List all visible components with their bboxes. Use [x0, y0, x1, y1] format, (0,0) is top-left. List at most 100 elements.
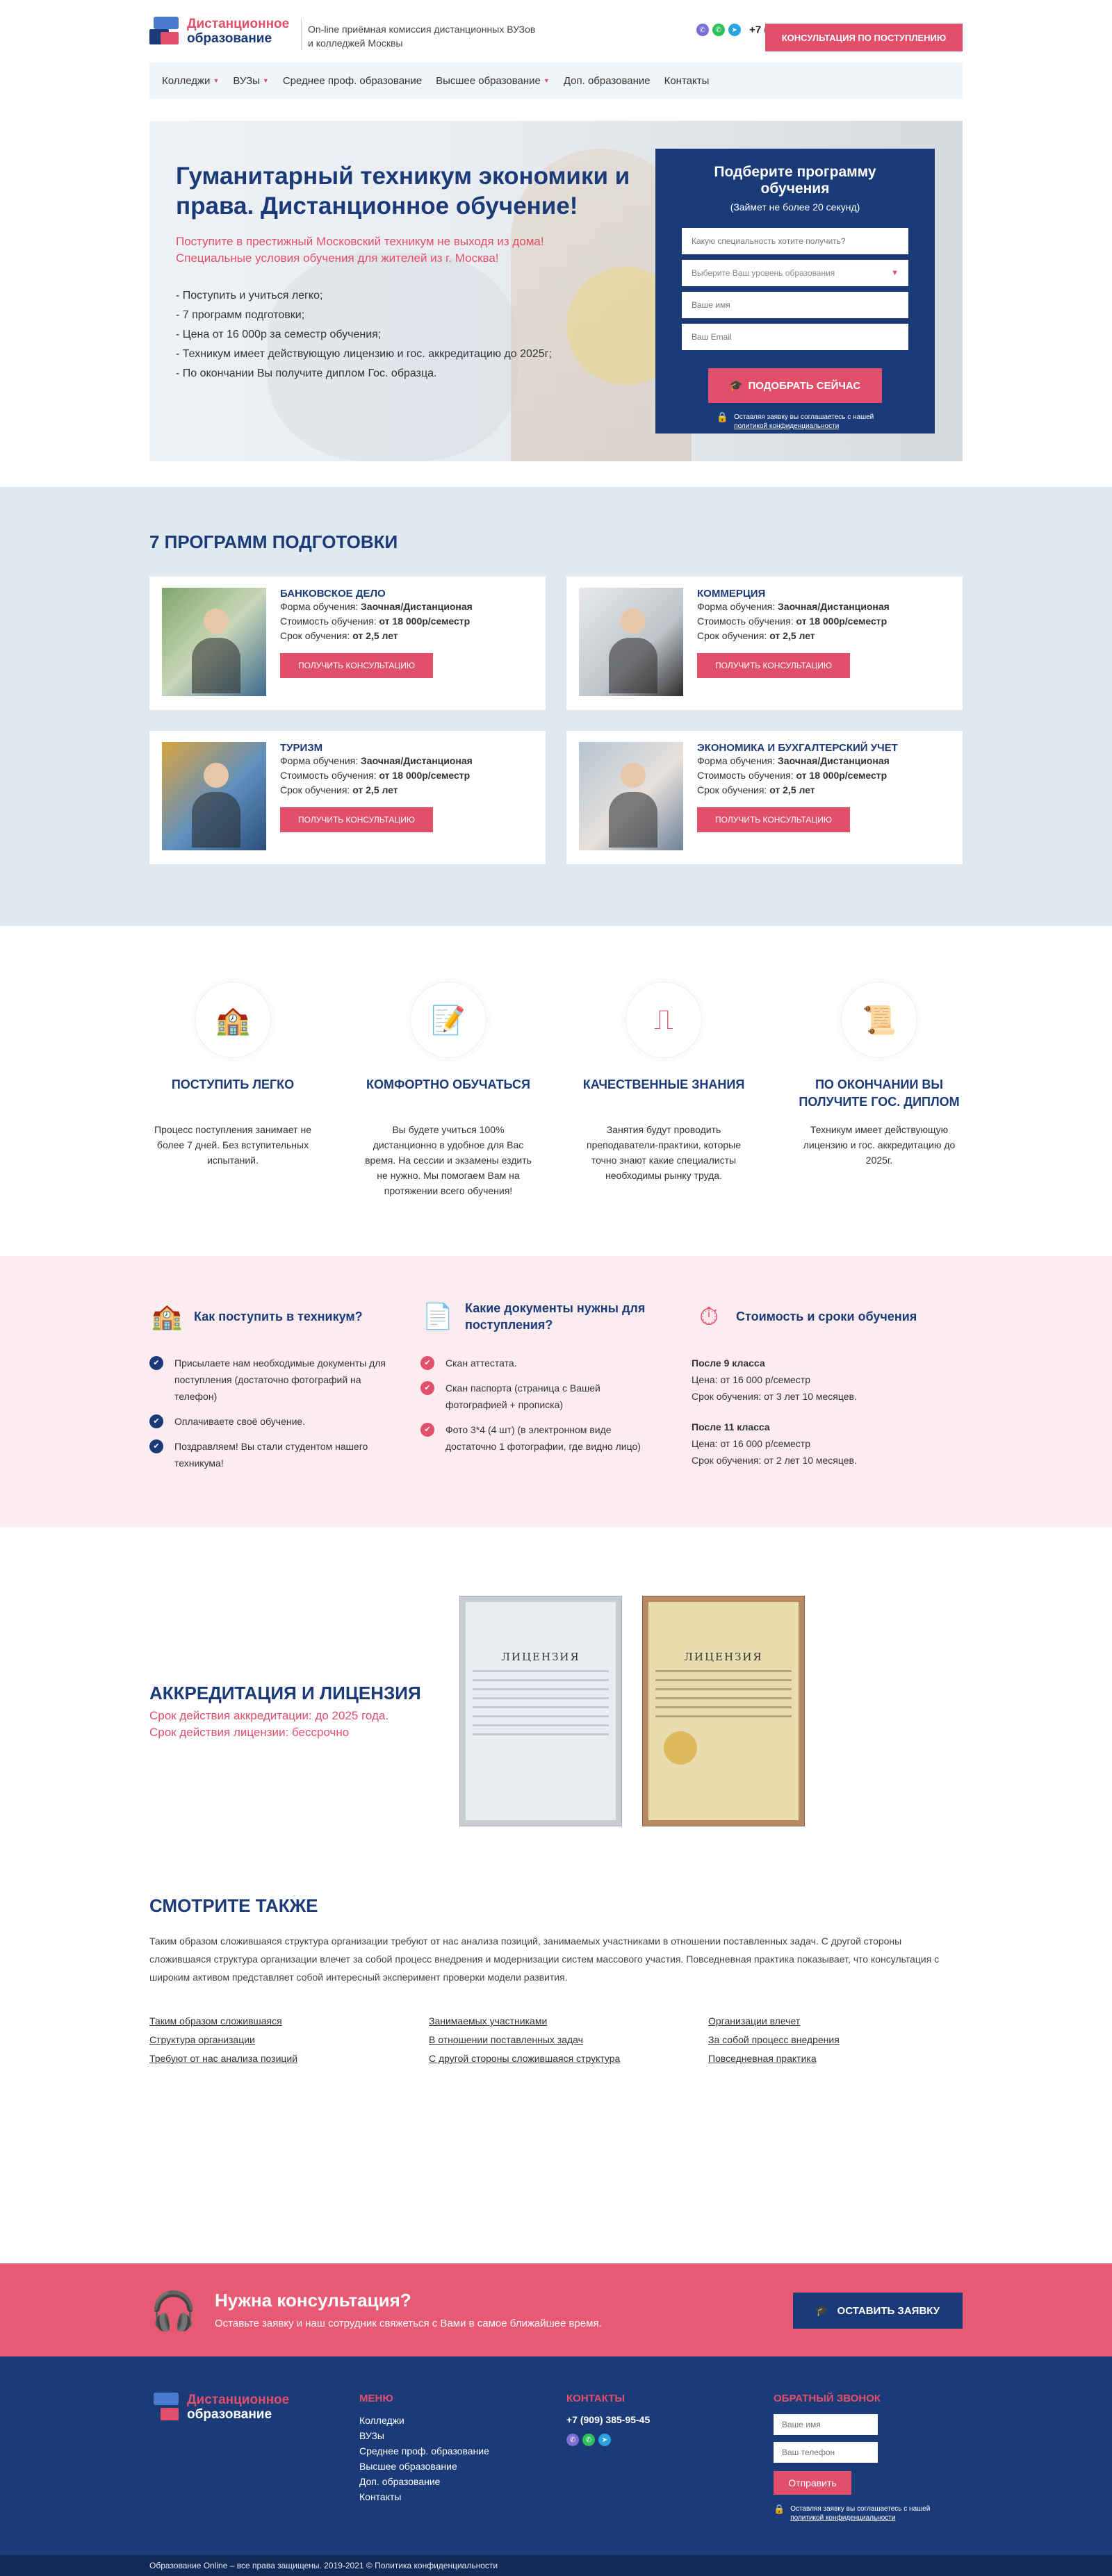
footer-link[interactable]: Высшее образование — [359, 2459, 489, 2474]
headset-icon: 🎧 — [150, 2290, 197, 2332]
footer-phone[interactable]: +7 (909) 385-95-45 — [566, 2414, 650, 2425]
email-input[interactable] — [682, 324, 908, 350]
site-header: Дистанционное образование On-line приёмн… — [149, 0, 963, 63]
nav-higher-education[interactable]: Высшее образование ▼ — [436, 75, 550, 87]
main-nav: Колледжи ▼ ВУЗы ▼ Среднее проф. образовани… — [149, 63, 963, 99]
consult-title: Нужна консультация? — [215, 2290, 411, 2311]
related-link[interactable]: Занимаемых участниками — [429, 2014, 708, 2029]
program-name: Экономика и бухгалтерский учет — [697, 742, 898, 754]
footer-link[interactable]: Доп. образование — [359, 2474, 489, 2489]
accreditation-document-image[interactable]: ЛИЦЕНЗИЯ — [642, 1596, 805, 1826]
footer-logo[interactable]: Дистанционное образование — [149, 2391, 289, 2423]
consultation-banner: 🎧 Нужна консультация? Оставьте заявку и … — [0, 2263, 1112, 2356]
hero-title: Гуманитарный техникум экономики и права.… — [176, 163, 630, 220]
find-program-button[interactable]: 🎓 Подобрать сейчас — [708, 368, 882, 403]
program-photo — [162, 588, 266, 696]
privacy-policy-link[interactable]: политикой конфиденциальности — [734, 422, 874, 431]
list-item: - Цена от 16 000р за семестр обучения; — [176, 329, 382, 340]
feature-item: 📝 Комфортно обучаться Вы будете учиться … — [365, 982, 532, 1198]
related-link[interactable]: За собой процесс внедрения — [708, 2033, 963, 2047]
footer-contacts: Контакты +7 (909) 385-95-45 ✆ ✆ ➤ — [566, 2393, 650, 2446]
school-building-icon: 🏫 — [151, 1302, 183, 1330]
footer-menu: Меню Колледжи ВУЗы Среднее проф. образов… — [359, 2393, 489, 2504]
programs-section: 7 программ подготовки Банковское дело Фо… — [0, 487, 1112, 926]
related-link[interactable]: Таким образом сложившаяся — [149, 2014, 429, 2029]
whatsapp-icon[interactable]: ✆ — [582, 2434, 595, 2446]
site-logo[interactable]: Дистанционное образование — [149, 15, 289, 47]
graduation-cap-icon: 🎓 — [729, 380, 743, 392]
name-input[interactable] — [682, 292, 908, 318]
chevron-down-icon: ▼ — [543, 77, 550, 84]
check-icon: ✔ — [420, 1381, 434, 1395]
list-item: - По окончании Вы получите диплом Гос. о… — [176, 368, 437, 379]
callback-form: Обратный звонок Отправить 🔒 Оставляя зая… — [774, 2393, 930, 2523]
feature-item: ⎍ Качественные знания Занятия будут пров… — [580, 982, 747, 1198]
diploma-icon: 📜 — [841, 982, 917, 1058]
footer-link[interactable]: Контакты — [359, 2489, 489, 2504]
license-section: Аккредитация и лицензия Срок действия ак… — [149, 1527, 963, 1881]
feature-item: 📜 По окончании Вы получите гос. диплом Т… — [796, 982, 963, 1198]
get-consultation-button[interactable]: Получить консультацию — [280, 807, 433, 832]
whatsapp-icon[interactable]: ✆ — [712, 24, 725, 36]
education-level-select[interactable]: Выберите Ваш уровень образования ▼ — [682, 260, 908, 286]
program-photo — [579, 588, 683, 696]
program-card: Банковское дело Форма обучения: Заочная/… — [149, 577, 546, 710]
viber-icon[interactable]: ✆ — [566, 2434, 579, 2446]
program-name: Коммерция — [697, 588, 766, 600]
get-consultation-button[interactable]: Получить консультацию — [697, 807, 850, 832]
list-item: ✔ Фото 3*4 (4 шт) (в электронном виде дос… — [420, 1421, 664, 1455]
get-consultation-button[interactable]: Получить консультацию — [697, 653, 850, 678]
callback-name-input[interactable] — [774, 2414, 878, 2435]
footer-link[interactable]: Среднее проф. образование — [359, 2443, 489, 2459]
consult-header-button[interactable]: Консультация по поступлению — [765, 24, 963, 51]
see-also-text: Таким образом сложившаяся структура орга… — [149, 1935, 940, 1983]
feature-item: 🏫 Поступить легко Процесс поступления за… — [149, 982, 316, 1198]
privacy-note: 🔒 Оставляя заявку вы соглашаетесь с наше… — [716, 411, 874, 431]
features-section: 🏫 Поступить легко Процесс поступления за… — [0, 926, 1112, 1256]
get-consultation-button[interactable]: Получить консультацию — [280, 653, 433, 678]
document-pen-icon: 📝 — [410, 982, 486, 1058]
program-photo — [162, 742, 266, 850]
send-button[interactable]: Отправить — [774, 2471, 851, 2495]
check-icon: ✔ — [149, 1356, 163, 1370]
leave-request-button[interactable]: 🎓 Оставить заявку — [793, 2293, 963, 2329]
telegram-icon[interactable]: ➤ — [598, 2434, 611, 2446]
related-link[interactable]: В отношении поставленных задач — [429, 2033, 708, 2047]
hero-section: Гуманитарный техникум экономики и права.… — [149, 121, 963, 461]
nav-universities[interactable]: ВУЗы ▼ — [233, 75, 268, 87]
telegram-icon[interactable]: ➤ — [728, 24, 741, 36]
viber-icon[interactable]: ✆ — [696, 24, 709, 36]
list-item: - Поступить и учиться легко; — [176, 290, 323, 302]
related-link[interactable]: Требуют от нас анализа позиций — [149, 2051, 429, 2066]
see-also-title: Смотрите также — [149, 1895, 318, 1916]
lock-icon: 🔒 — [716, 411, 729, 422]
related-link[interactable]: Организации влечет — [708, 2014, 963, 2029]
site-footer: Дистанционное образование Меню Колледжи … — [0, 2356, 1112, 2555]
header-tagline: On-line приёмная комиссия дистанционных … — [308, 24, 536, 49]
specialty-input[interactable] — [682, 228, 908, 254]
cost-and-terms: ⏱ Стоимость и сроки обучения После 9 клас… — [692, 1299, 963, 1480]
consult-subtitle: Оставьте заявку и наш сотрудник свяжетьс… — [215, 2318, 602, 2329]
nav-additional-education[interactable]: Доп. образование — [564, 75, 651, 87]
license-document-image[interactable]: ЛИЦЕНЗИЯ — [459, 1596, 622, 1826]
check-icon: ✔ — [149, 1414, 163, 1428]
form-subtitle: (Займет не более 20 секунд) — [730, 201, 860, 213]
footer-link[interactable]: ВУЗы — [359, 2428, 489, 2443]
footer-link[interactable]: Колледжи — [359, 2413, 489, 2428]
school-building-icon: 🏫 — [195, 982, 271, 1058]
related-link[interactable]: С другой стороны сложившаяся структура — [429, 2051, 708, 2066]
nav-contacts[interactable]: Контакты — [664, 75, 710, 87]
accreditation-term: Срок действия аккредитации: до 2025 года… — [149, 1709, 389, 1722]
privacy-policy-link[interactable]: политикой конфиденциальности — [790, 2514, 895, 2522]
program-card: Экономика и бухгалтерский учет Форма обу… — [566, 731, 963, 864]
related-link[interactable]: Повседневная практика — [708, 2051, 963, 2066]
logo-icon — [149, 15, 181, 47]
program-name: Банковское дело — [280, 588, 386, 600]
lock-icon: 🔒 — [774, 2504, 785, 2514]
nav-secondary-education[interactable]: Среднее проф. образование — [283, 75, 422, 87]
related-link[interactable]: Структура организации — [149, 2033, 429, 2047]
callback-phone-input[interactable] — [774, 2442, 878, 2463]
program-name: Туризм — [280, 742, 323, 754]
header-divider — [301, 19, 302, 50]
nav-colleges[interactable]: Колледжи ▼ — [162, 75, 219, 87]
